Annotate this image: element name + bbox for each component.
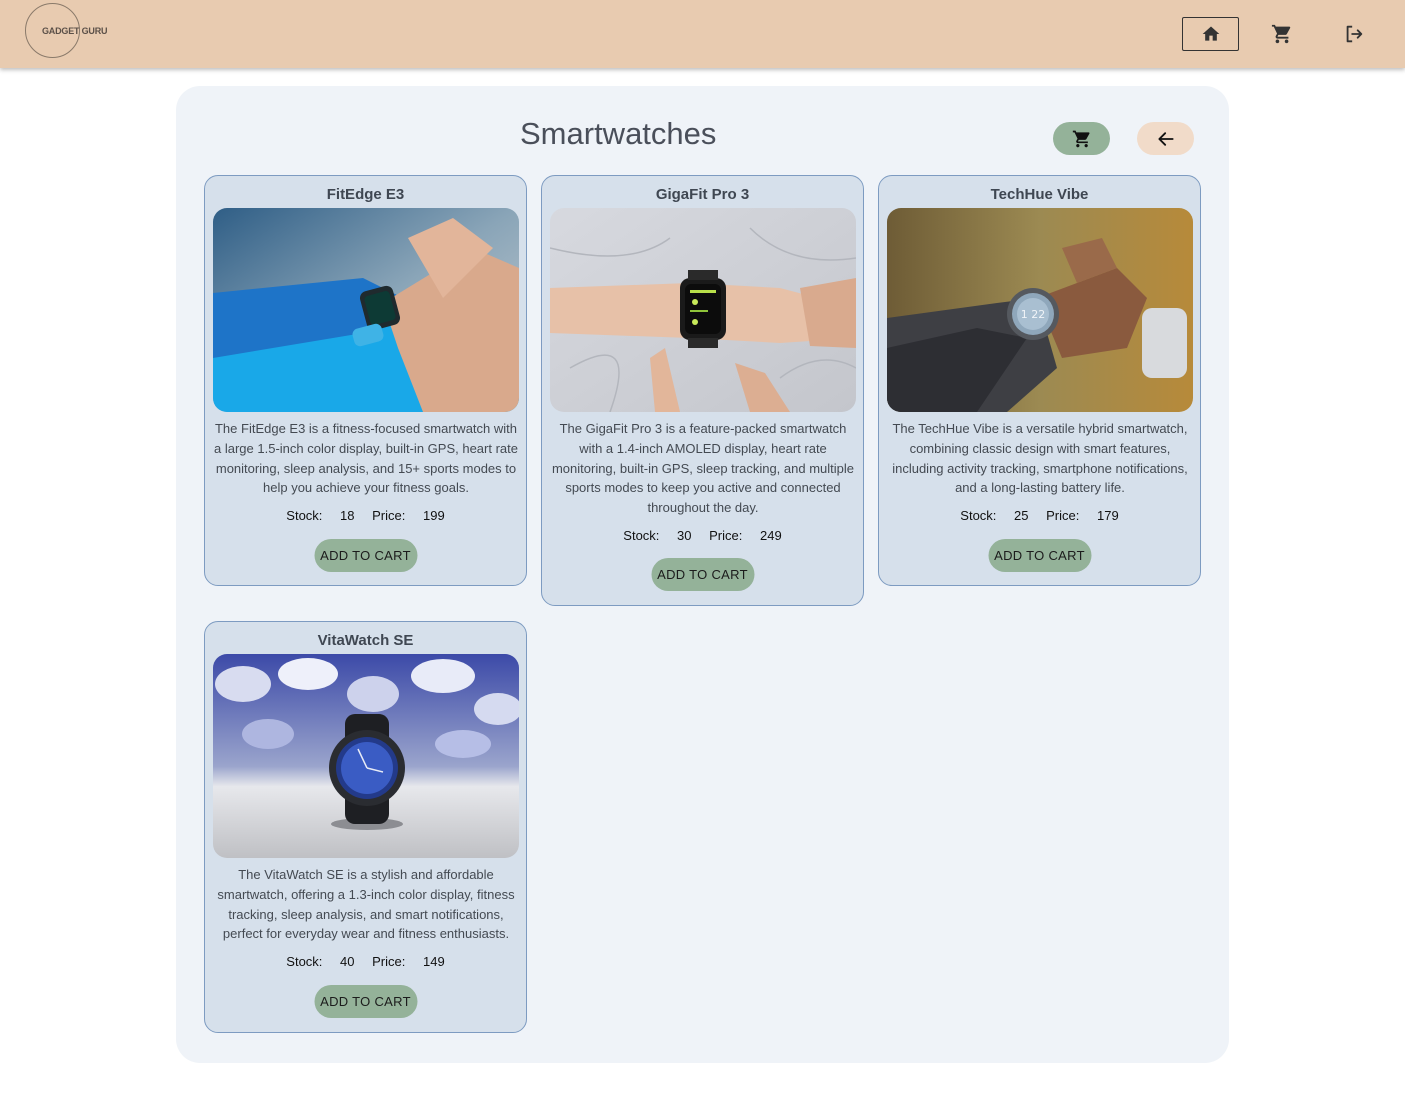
products-panel: Smartwatches FitEdge E3 The FitEdge E3 i… (176, 86, 1229, 1063)
view-cart-button[interactable] (1053, 122, 1110, 155)
stock-label: Stock: 25 (960, 508, 1029, 523)
product-name: GigaFit Pro 3 (655, 186, 750, 203)
add-to-cart-button[interactable]: ADD TO CART (651, 558, 754, 591)
add-to-cart-button[interactable]: ADD TO CART (314, 985, 417, 1018)
arrow-left-icon (1157, 131, 1174, 146)
product-image (213, 654, 519, 858)
home-icon (1202, 26, 1219, 41)
product-description: The VitaWatch SE is a stylish and afford… (217, 867, 515, 942)
price-label: Price: 199 (372, 508, 445, 523)
top-navbar: GADGET GURU (0, 0, 1405, 68)
price-label: Price: 179 (1046, 508, 1119, 523)
product-card: GigaFit Pro 3 The GigaFit Pro 3 is a fea… (541, 175, 864, 606)
cart-button[interactable] (1266, 17, 1298, 51)
product-meta: Stock: 18 Price: 199 (205, 508, 526, 523)
product-name: TechHue Vibe (990, 186, 1089, 203)
product-description: The GigaFit Pro 3 is a feature-packed sm… (551, 421, 855, 516)
product-description: The FitEdge E3 is a fitness-focused smar… (214, 421, 518, 496)
product-image (213, 208, 519, 412)
logout-icon (1346, 25, 1363, 43)
product-card: TechHue Vibe 1 22 The TechHue Vibe is a … (878, 175, 1201, 586)
product-meta: Stock: 30 Price: 249 (542, 528, 863, 543)
add-to-cart-button[interactable]: ADD TO CART (314, 539, 417, 572)
stock-label: Stock: 40 (286, 954, 355, 969)
home-button[interactable] (1182, 17, 1239, 51)
product-card: VitaWatch SE The VitaWatch SE is a styli… (204, 621, 527, 1033)
price-label: Price: 149 (372, 954, 445, 969)
svg-text:1 22: 1 22 (1021, 308, 1046, 321)
brand-logo-text: GADGET GURU (42, 26, 108, 36)
stock-label: Stock: 18 (286, 508, 355, 523)
back-button[interactable] (1137, 122, 1194, 155)
cart-icon (1271, 24, 1291, 44)
product-description: The TechHue Vibe is a versatile hybrid s… (892, 421, 1188, 496)
add-to-cart-button[interactable]: ADD TO CART (988, 539, 1091, 572)
page-title: Smartwatches (520, 116, 717, 151)
stock-label: Stock: 30 (623, 528, 692, 543)
brand-logo[interactable]: GADGET GURU (25, 3, 108, 58)
product-name: FitEdge E3 (326, 186, 405, 203)
cart-icon (1072, 130, 1090, 147)
product-meta: Stock: 25 Price: 179 (879, 508, 1200, 523)
product-image (550, 208, 856, 412)
product-image: 1 22 (887, 208, 1193, 412)
logout-button[interactable] (1338, 17, 1370, 51)
product-name: VitaWatch SE (317, 632, 414, 649)
product-card: FitEdge E3 The FitEdge E3 is a fitness-f… (204, 175, 527, 586)
price-label: Price: 249 (709, 528, 782, 543)
product-meta: Stock: 40 Price: 149 (205, 954, 526, 969)
